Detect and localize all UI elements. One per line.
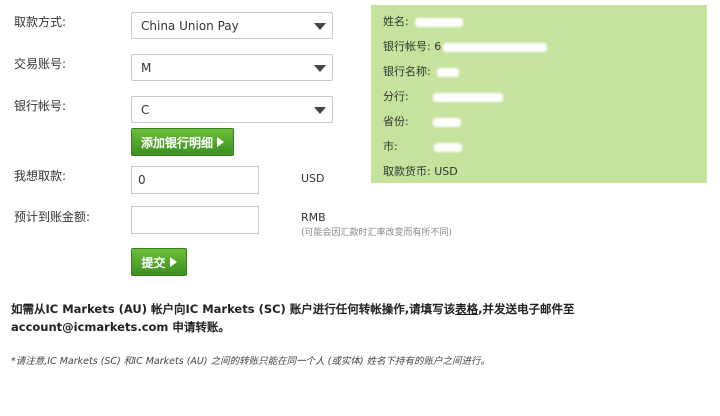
redacted-value: [432, 117, 461, 127]
panel-row-currency: 取款货币: USD: [383, 163, 458, 179]
panel-label-bank-name: 银行名称:: [383, 65, 431, 78]
panel-label-name: 姓名:: [383, 15, 409, 28]
submit-button[interactable]: 提交: [131, 248, 187, 276]
panel-row-name: 姓名:: [383, 13, 463, 29]
submit-label: 提交: [141, 255, 166, 270]
redacted-value: [433, 142, 462, 152]
trading-account-value: M: [141, 61, 152, 75]
withdraw-amount-input[interactable]: [131, 166, 259, 194]
estimate-label: 预计到账金额:: [14, 210, 91, 224]
panel-value-currency: USD: [434, 165, 458, 178]
panel-label-bank-account: 银行帐号:: [383, 40, 431, 53]
amount-currency: USD: [301, 172, 325, 185]
withdrawal-method-select[interactable]: China Union Pay: [131, 12, 333, 39]
transfer-notice: 如需从IC Markets (AU) 帐户向IC Markets (SC) 账户…: [11, 300, 711, 336]
add-bank-details-button[interactable]: 添加银行明细: [131, 128, 234, 156]
panel-label-branch: 分行:: [383, 90, 409, 103]
estimate-hint: (可能会因汇款时汇率改变而有所不同): [301, 228, 453, 238]
bank-account-value: C: [141, 103, 150, 117]
method-label: 取款方式:: [14, 15, 67, 29]
panel-label-city: 市:: [383, 140, 398, 153]
panel-value-bank-account: 6: [434, 40, 442, 53]
add-bank-details-label: 添加银行明细: [140, 135, 213, 150]
panel-row-city: 市:: [383, 138, 462, 154]
redacted-value: [432, 92, 503, 102]
bank-account-select[interactable]: C: [131, 96, 333, 123]
account-label: 交易账号:: [14, 57, 67, 71]
transfer-footnote: *请注意,IC Markets (SC) 和IC Markets (AU) 之间…: [11, 356, 491, 367]
triangle-right-icon: [169, 257, 177, 267]
estimate-currency: RMB: [301, 211, 326, 224]
estimated-amount-input[interactable]: [131, 206, 259, 234]
form-link[interactable]: 表格: [455, 302, 478, 316]
amount-label: 我想取款:: [14, 169, 67, 183]
bank-details-panel: 姓名: 银行帐号: 6 银行名称: 分行: 省份: 市: 取款货币: USD: [371, 5, 707, 183]
panel-row-bank-name: 银行名称:: [383, 63, 459, 79]
panel-label-currency: 取款货币:: [383, 165, 431, 178]
panel-label-province: 省份:: [383, 115, 409, 128]
bank-account-label: 银行帐号:: [14, 99, 67, 113]
panel-row-province: 省份:: [383, 113, 461, 129]
chevron-down-icon: [314, 23, 326, 30]
panel-row-branch: 分行:: [383, 88, 503, 104]
chevron-down-icon: [314, 65, 326, 72]
chevron-down-icon: [314, 107, 326, 114]
withdrawal-method-value: China Union Pay: [141, 19, 239, 33]
redacted-value: [443, 42, 548, 52]
trading-account-select[interactable]: M: [131, 54, 333, 81]
notice-text-before: 如需从IC Markets (AU) 帐户向IC Markets (SC) 账户…: [11, 302, 456, 316]
redacted-value: [436, 67, 459, 77]
panel-row-bank-account: 银行帐号: 6: [383, 38, 548, 54]
triangle-right-icon: [217, 137, 224, 147]
redacted-value: [414, 17, 463, 27]
